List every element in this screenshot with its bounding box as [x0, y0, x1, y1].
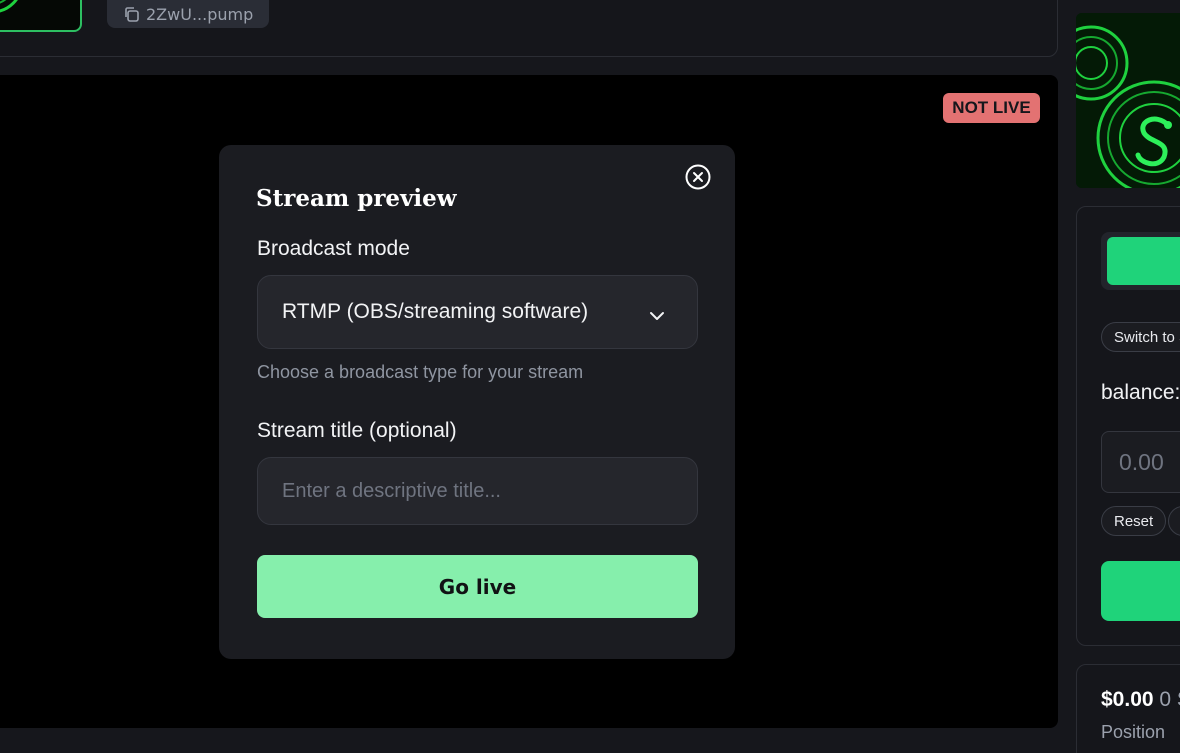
place-trade-button[interactable]: [1101, 561, 1180, 621]
balance-label: balance:: [1101, 381, 1180, 404]
broadcast-mode-helper: Choose a broadcast type for your stream: [257, 362, 584, 382]
page: 2ZwU...pump NOT LIVE Stream preview Broa…: [0, 0, 1180, 753]
chevron-down-icon: [649, 304, 665, 328]
buy-tab[interactable]: [1107, 237, 1180, 285]
broadcast-mode-label: Broadcast mode: [257, 237, 410, 260]
stream-title-label: Stream title (optional): [257, 419, 457, 442]
modal-title: Stream preview: [256, 185, 457, 212]
reset-amount-button[interactable]: Reset: [1101, 506, 1167, 536]
amount-input[interactable]: [1101, 431, 1180, 493]
position-label: Position: [1101, 722, 1165, 743]
close-circle-icon: [684, 163, 712, 195]
position-token-amount: 0 S: [1159, 688, 1180, 711]
go-live-button[interactable]: Go live: [257, 555, 698, 618]
live-status-badge: NOT LIVE: [943, 93, 1040, 123]
position-value: $0.00 0 S: [1101, 688, 1180, 712]
position-usd-value: $0.00: [1101, 688, 1154, 711]
copy-address-button[interactable]: 2ZwU...pump: [107, 0, 270, 28]
token-image: [0, 0, 82, 32]
stream-title-input[interactable]: [257, 457, 698, 525]
copy-icon: [123, 6, 140, 23]
switch-currency-button[interactable]: Switch to S: [1101, 322, 1180, 352]
close-modal-button[interactable]: [684, 163, 712, 195]
token-banner-image: [1076, 13, 1180, 188]
broadcast-mode-value: RTMP (OBS/streaming software): [282, 300, 589, 323]
token-address: 2ZwU...pump: [146, 4, 254, 24]
broadcast-mode-select[interactable]: RTMP (OBS/streaming software): [257, 275, 698, 349]
position-label-text: Position: [1101, 722, 1166, 742]
